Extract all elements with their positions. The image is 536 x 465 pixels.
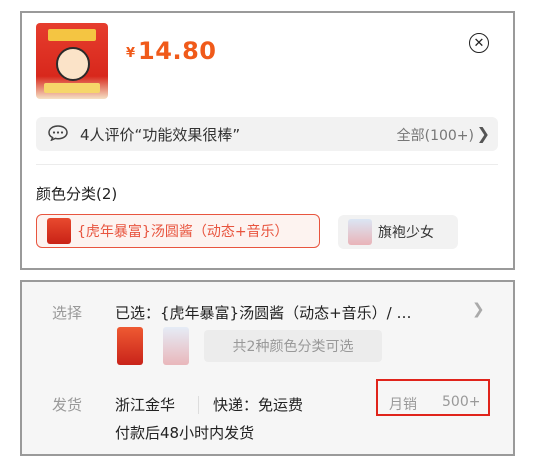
color-option-label: {虎年暴富}汤圆酱（动态+音乐）: [77, 224, 289, 240]
color-count-pill[interactable]: 共2种颜色分类可选: [204, 330, 382, 362]
close-icon: ✕: [473, 35, 485, 51]
sku-thumbnail[interactable]: [163, 327, 189, 365]
color-section-title: 颜色分类(2): [36, 185, 118, 203]
highlight-box: [376, 379, 490, 416]
review-summary-text: 4人评价“功能效果很棒”: [80, 126, 241, 144]
review-all-link[interactable]: 全部(100+): [397, 125, 474, 145]
price-value: 14.80: [138, 37, 217, 65]
product-thumbnail[interactable]: [36, 23, 108, 99]
shipping-time: 付款后48小时内发货: [115, 424, 255, 442]
divider: [36, 164, 498, 165]
chevron-right-icon[interactable]: ❯: [472, 300, 485, 318]
thumbnail-decoration: [48, 29, 96, 41]
shipping-label: 发货: [52, 396, 83, 414]
option-thumbnail: [348, 219, 372, 245]
product-detail-panel: 选择 已选：{虎年暴富}汤圆酱（动态+音乐）/ … ❯ 共2种颜色分类可选 发货…: [20, 280, 515, 456]
option-thumbnail: [47, 218, 71, 244]
sku-selector-panel: ¥14.80 ✕ 4人评价“功能效果很棒” 全部(100+) ❯ 颜色分类(2)…: [20, 11, 515, 270]
comment-bubble-icon: [48, 125, 68, 141]
selected-sku-text[interactable]: 已选：{虎年暴富}汤圆酱（动态+音乐）/ …: [115, 302, 411, 323]
sku-thumbnail[interactable]: [117, 327, 143, 365]
review-summary-bar[interactable]: 4人评价“功能效果很棒” 全部(100+) ❯: [36, 117, 498, 151]
divider: [198, 396, 199, 414]
shipping-method: 快递：免运费: [213, 396, 304, 414]
product-price: ¥14.80: [126, 37, 216, 65]
color-option[interactable]: 旗袍少女: [338, 215, 458, 249]
color-option-label: 旗袍少女: [378, 225, 434, 241]
thumbnail-character: [56, 47, 90, 81]
thumbnail-decoration: [44, 83, 100, 93]
color-option-selected[interactable]: {虎年暴富}汤圆酱（动态+音乐）: [36, 214, 320, 248]
close-button[interactable]: ✕: [469, 33, 489, 53]
price-currency-symbol: ¥: [126, 46, 136, 61]
shipping-origin: 浙江金华: [115, 396, 176, 414]
select-label: 选择: [52, 304, 83, 322]
chevron-right-icon: ❯: [476, 124, 490, 143]
